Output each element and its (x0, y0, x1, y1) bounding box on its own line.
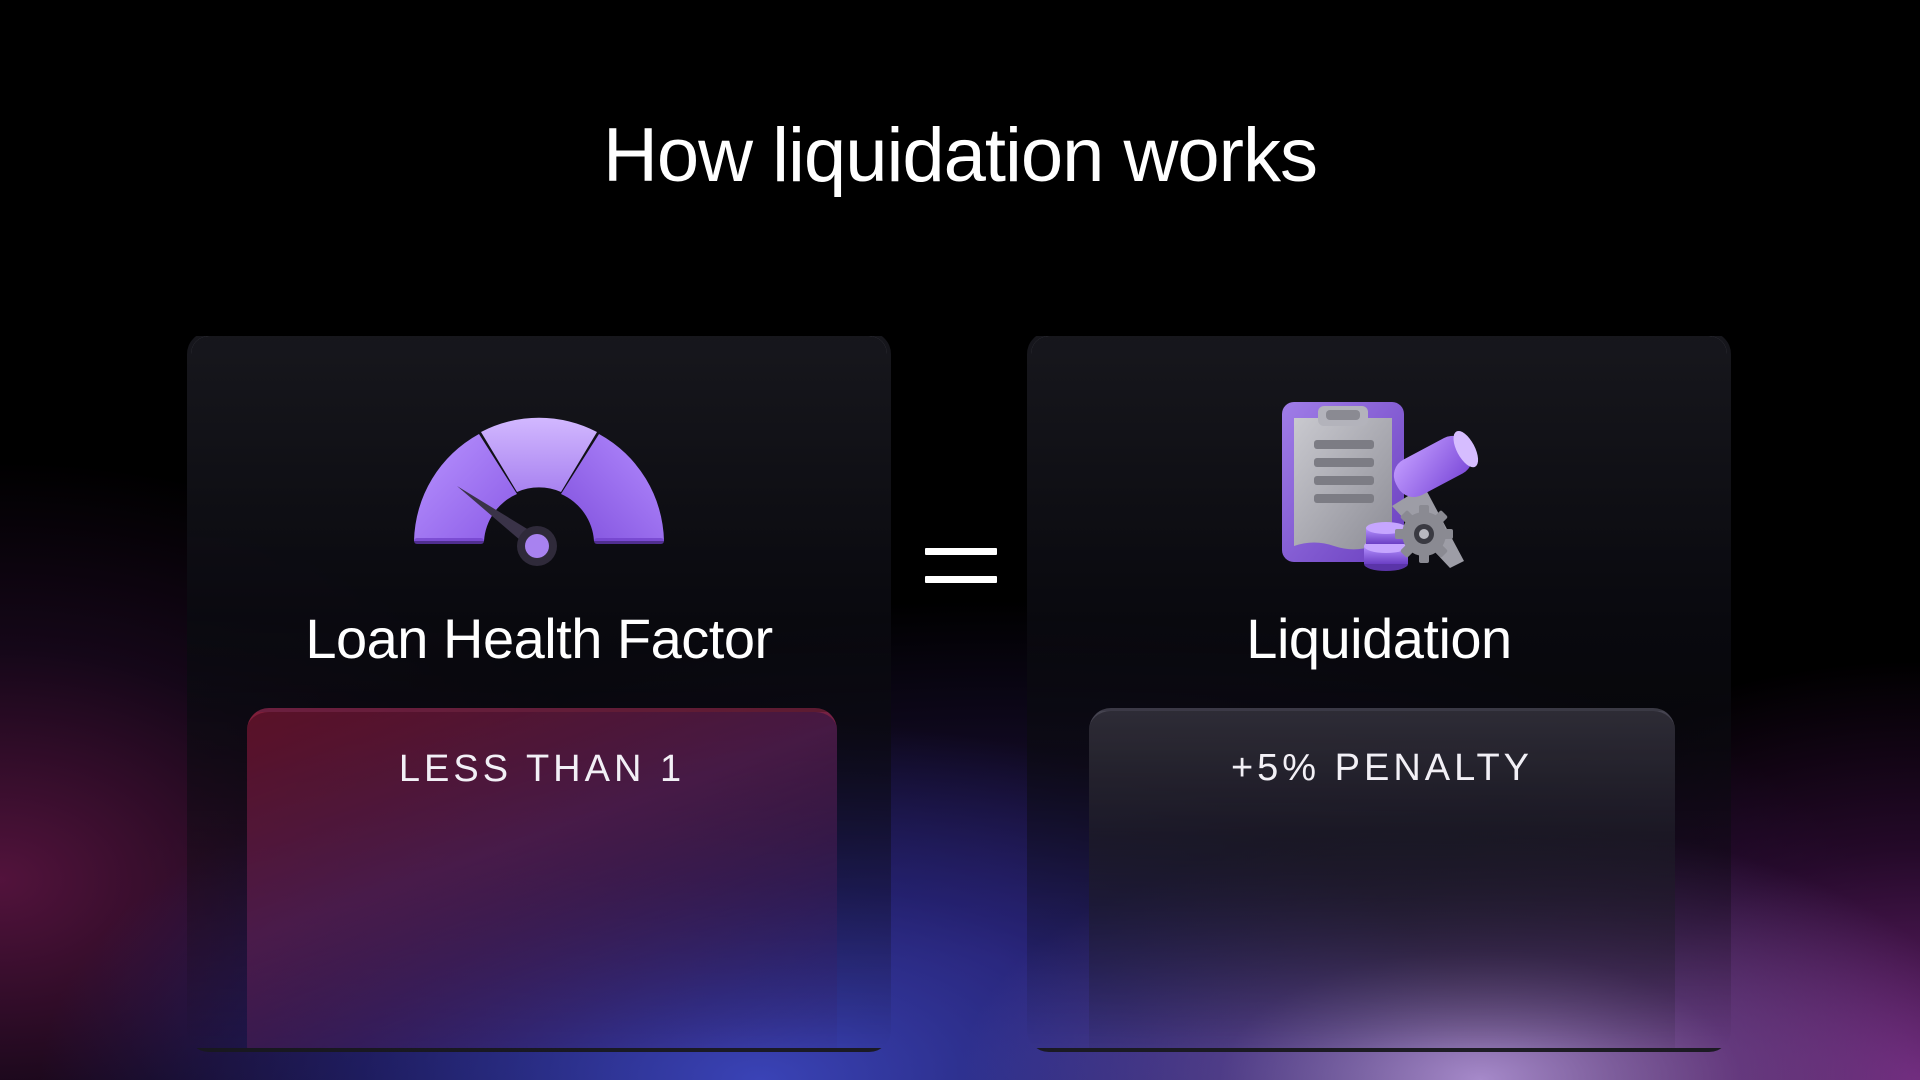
equals-bar-bottom (925, 576, 997, 583)
liquidation-card: Liquidation +5% PENALTY (1027, 332, 1731, 1052)
health-factor-condition-badge: LESS THAN 1 (247, 708, 837, 1048)
slide-title: How liquidation works (603, 113, 1318, 198)
loan-health-factor-card: Loan Health Factor LESS THAN 1 (187, 332, 891, 1052)
liquidation-penalty-badge: +5% PENALTY (1089, 708, 1675, 1048)
loan-health-factor-label: Loan Health Factor (305, 607, 773, 670)
equals-bar-top (925, 548, 997, 555)
health-factor-condition-text: LESS THAN 1 (398, 748, 686, 790)
equals-sign (925, 548, 997, 584)
liquidation-label: Liquidation (1246, 607, 1512, 670)
gauge-icon (191, 396, 887, 576)
clipboard-gavel-icon (1031, 396, 1727, 576)
liquidation-penalty-text: +5% PENALTY (1230, 747, 1534, 789)
slide: How liquidation works Loan Health Factor… (0, 0, 1920, 1080)
